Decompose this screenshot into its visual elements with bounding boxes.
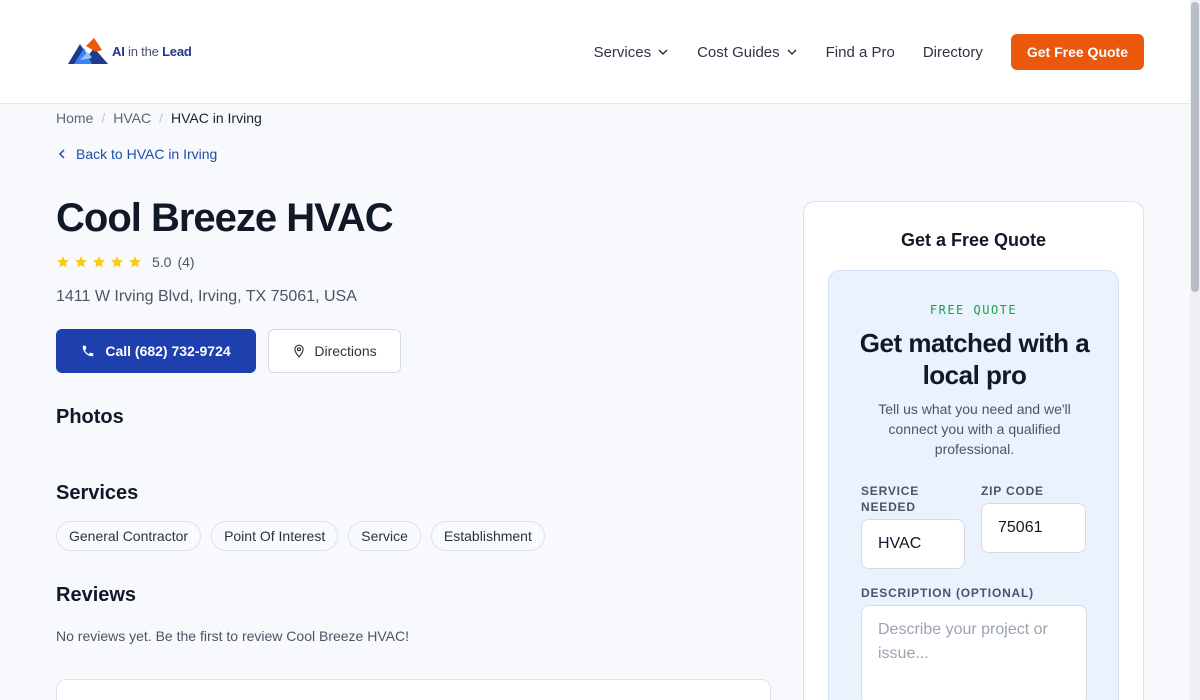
logo-text: AI in the Lead (112, 43, 192, 59)
sidebar-title: Get a Free Quote (900, 230, 1047, 250)
service-needed-input[interactable]: HVAC (861, 519, 965, 569)
star-icon (93, 256, 105, 268)
service-tag: Service (348, 521, 421, 551)
scrollbar-thumb[interactable] (1191, 2, 1199, 292)
photos-heading: Photos (56, 406, 124, 428)
get-free-quote-button[interactable]: Get Free Quote (1010, 34, 1144, 70)
quote-sidebar: Get a Free Quote FREE QUOTE Get matched … (803, 201, 1144, 700)
chevron-down-icon (658, 49, 668, 56)
service-tag: Point Of Interest (211, 521, 339, 551)
services-heading: Services (56, 482, 139, 504)
site-header: AI in the Lead Services Cost Guides Find… (0, 0, 1200, 104)
logo[interactable]: AI in the Lead (68, 36, 192, 66)
page-title: Cool Breeze HVAC (56, 196, 394, 240)
description-label: DESCRIPTION (OPTIONAL) (861, 586, 1034, 600)
nav-find-a-pro-label: Find a Pro (825, 43, 895, 61)
service-tag: Establishment (430, 521, 545, 551)
description-textarea[interactable]: Describe your project or issue... (861, 605, 1087, 700)
directions-button-label: Directions (314, 343, 377, 359)
phone-icon (83, 345, 94, 357)
nav-cost-guides-label: Cost Guides (697, 43, 780, 61)
chevron-down-icon (787, 49, 797, 56)
back-link-label: Back to HVAC in Irving (76, 146, 218, 162)
nav-services-label: Services (593, 43, 652, 61)
call-button-label: Call (682) 732-9724 (105, 343, 231, 359)
back-link[interactable]: Back to HVAC in Irving (56, 146, 217, 162)
quote-subtext: Tell us what you need and we'll connect … (878, 401, 1071, 457)
nav-directory-label: Directory (922, 43, 983, 61)
review-count: (4) (177, 254, 195, 270)
breadcrumb-separator: / (159, 110, 163, 126)
rating-value: 5.0 (152, 254, 172, 270)
nav-find-a-pro[interactable]: Find a Pro (826, 44, 895, 61)
review-form-card (56, 679, 771, 700)
zip-code-input[interactable]: 75061 (981, 503, 1086, 553)
star-icon (129, 256, 141, 268)
services-tags: General Contractor Point Of Interest Ser… (56, 521, 545, 551)
quote-eyebrow: FREE QUOTE (929, 303, 1018, 317)
logo-mountain-icon (68, 38, 108, 64)
nav-services[interactable]: Services (594, 44, 670, 61)
chevron-left-icon (58, 149, 65, 159)
breadcrumb-current: HVAC in Irving (171, 110, 262, 126)
map-pin-icon (294, 344, 305, 358)
breadcrumb-hvac[interactable]: HVAC (113, 110, 151, 126)
breadcrumb: Home / HVAC / HVAC in Irving (56, 110, 262, 126)
directions-button[interactable]: Directions (268, 329, 401, 373)
main-nav: Services Cost Guides Find a Pro Director… (594, 34, 1144, 70)
no-reviews-message: No reviews yet. Be the first to review C… (56, 628, 409, 644)
page-scrollbar[interactable] (1190, 0, 1200, 700)
service-tag: General Contractor (56, 521, 202, 551)
breadcrumb-home[interactable]: Home (56, 110, 93, 126)
star-icon (111, 256, 123, 268)
business-address: 1411 W Irving Blvd, Irving, TX 75061, US… (56, 288, 357, 305)
nav-cost-guides[interactable]: Cost Guides (697, 44, 798, 61)
rating: 5.0 (4) (56, 254, 195, 270)
reviews-heading: Reviews (56, 584, 137, 606)
quote-heading: Get matched with a local pro (859, 328, 1090, 390)
star-icon (75, 256, 87, 268)
star-icon (57, 256, 69, 268)
quote-form: FREE QUOTE Get matched with a local pro … (828, 270, 1119, 700)
breadcrumb-separator: / (101, 110, 106, 126)
zip-code-label: ZIP CODE (981, 484, 1044, 498)
service-needed-label: SERVICE NEEDED (861, 484, 920, 514)
nav-directory[interactable]: Directory (923, 44, 983, 61)
call-button[interactable]: Call (682) 732-9724 (56, 329, 256, 373)
